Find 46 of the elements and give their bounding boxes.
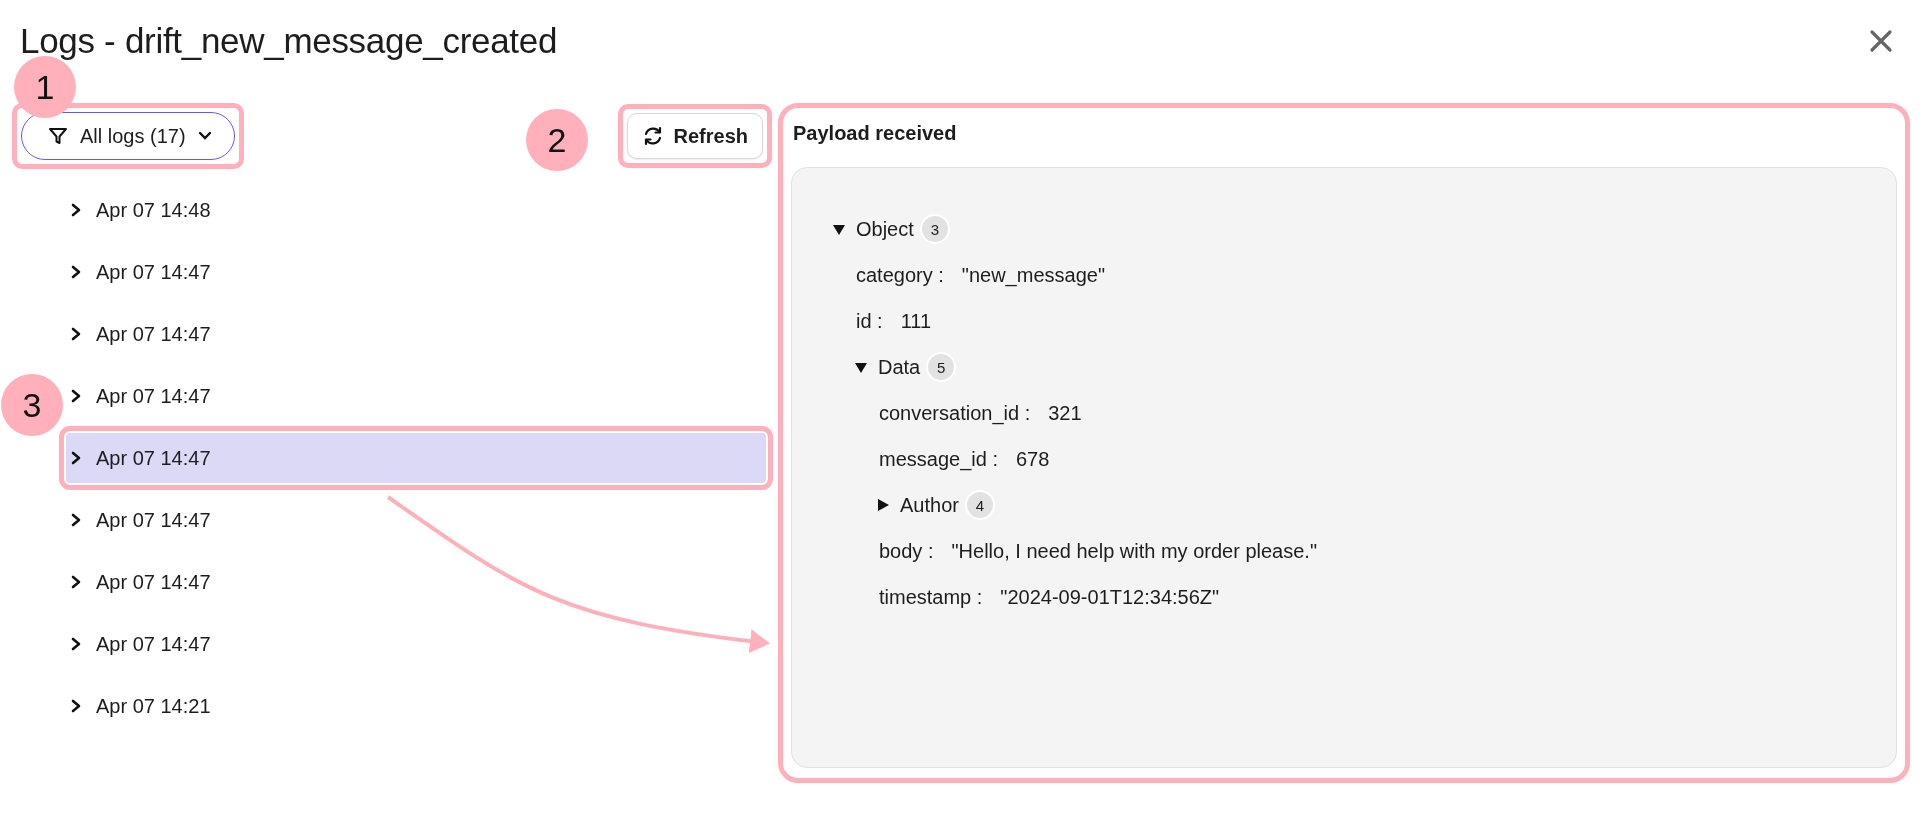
close-icon[interactable] <box>1868 28 1894 54</box>
field-key: timestamp : <box>879 585 983 609</box>
log-entry[interactable]: Apr 07 14:47 <box>66 619 766 669</box>
field-value: "new_message" <box>961 263 1105 287</box>
chevron-right-icon <box>70 698 82 714</box>
chevron-down-icon <box>197 131 212 141</box>
chevron-right-icon <box>70 264 82 280</box>
field-key: message_id : <box>879 447 998 471</box>
filter-dropdown[interactable]: All logs (17) <box>21 112 235 160</box>
field-value: "2024-09-01T12:34:56Z" <box>1000 585 1220 609</box>
count-badge: 3 <box>919 214 950 244</box>
refresh-button[interactable]: Refresh <box>626 113 763 159</box>
chevron-right-icon <box>70 636 82 652</box>
expand-icon <box>876 498 890 512</box>
count-badge: 4 <box>964 490 995 520</box>
field-key: body : <box>879 539 934 563</box>
chevron-right-icon <box>70 326 82 342</box>
collapse-icon <box>854 360 868 374</box>
tree-node[interactable]: Object <box>832 217 914 241</box>
field-key: category : <box>856 263 944 287</box>
field-key: id : <box>856 309 883 333</box>
filter-icon <box>48 126 68 146</box>
log-entry[interactable]: Apr 07 14:47 <box>66 247 766 297</box>
tree-node[interactable]: Author <box>876 493 959 517</box>
field-value: 321 <box>1048 401 1082 425</box>
chevron-right-icon <box>70 574 82 590</box>
log-entry[interactable]: Apr 07 14:47 <box>66 309 766 359</box>
chevron-right-icon <box>70 388 82 404</box>
step-badge: 2 <box>526 109 588 171</box>
tree-node[interactable]: Data <box>854 355 921 379</box>
chevron-right-icon <box>70 450 82 466</box>
panel-title: Payload received <box>793 122 958 145</box>
log-entry[interactable]: Apr 07 14:47 <box>66 495 766 545</box>
log-entry[interactable]: Apr 07 14:21 <box>66 681 766 731</box>
field-key: conversation_id : <box>879 401 1031 425</box>
log-entry[interactable]: Apr 07 14:48 <box>66 185 766 235</box>
field-value: 111 <box>900 309 932 333</box>
collapse-icon <box>832 222 846 236</box>
chevron-right-icon <box>70 512 82 528</box>
step-badge: 3 <box>1 374 63 436</box>
chevron-right-icon <box>70 202 82 218</box>
log-entry[interactable]: Apr 07 14:47 <box>66 371 766 421</box>
log-entry[interactable]: Apr 07 14:47 <box>66 557 766 607</box>
count-badge: 5 <box>926 352 957 382</box>
field-value: 678 <box>1015 447 1050 471</box>
field-value: "Hello, I need help with my order please." <box>951 539 1317 563</box>
